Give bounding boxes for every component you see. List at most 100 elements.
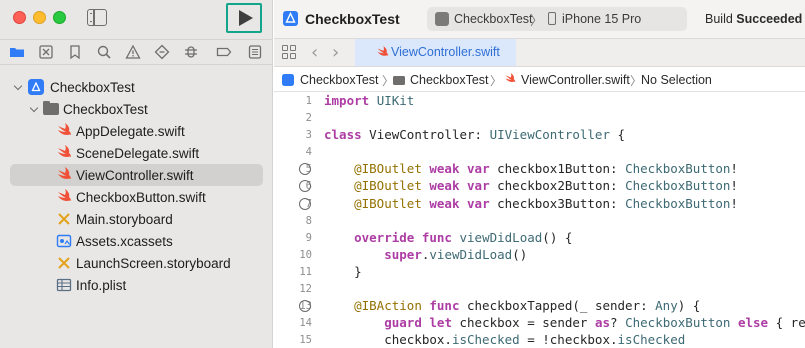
code-line[interactable]: 9 override func viewDidLoad() {: [274, 230, 805, 247]
run-button[interactable]: [226, 3, 262, 33]
tree-item-appdelegate[interactable]: AppDelegate.swift: [0, 120, 273, 142]
run-destination[interactable]: iPhone 15 Pro: [562, 12, 641, 26]
code-text[interactable]: override func viewDidLoad() {: [324, 230, 572, 245]
code-line[interactable]: 8: [274, 213, 805, 230]
tree-item-label: CheckboxTest: [63, 101, 148, 117]
tree-item-viewcontroller[interactable]: ViewController.swift: [10, 164, 263, 186]
jumpbar-project[interactable]: CheckboxTest: [300, 73, 379, 87]
tree-item-main-storyboard[interactable]: Main.storyboard: [0, 208, 273, 230]
tree-item-assets[interactable]: Assets.xcassets: [0, 230, 273, 252]
find-icon[interactable]: [96, 44, 112, 60]
code-line[interactable]: 6 @IBOutlet weak var checkbox2Button: Ch…: [274, 178, 805, 195]
folder-icon[interactable]: [9, 44, 25, 60]
chevron-right-icon: 〉: [490, 74, 503, 88]
scheme-app-icon: [435, 12, 449, 26]
line-number[interactable]: 10: [272, 249, 312, 261]
code-text[interactable]: super.viewDidLoad(): [324, 247, 527, 262]
tree-item-label: Info.plist: [76, 277, 127, 293]
tree-item-group[interactable]: CheckboxTest: [0, 98, 273, 120]
close-window-button[interactable]: [13, 11, 26, 24]
chevron-right-icon: 〉: [530, 13, 544, 28]
project-title: CheckboxTest: [305, 11, 400, 27]
code-line[interactable]: 7 @IBOutlet weak var checkbox3Button: Ch…: [274, 196, 805, 213]
code-line[interactable]: 14 guard let checkbox = sender as? Check…: [274, 315, 805, 332]
scheme-name[interactable]: CheckboxTest: [454, 12, 533, 26]
storyboard-icon: [56, 211, 72, 227]
folder-icon: [43, 101, 59, 115]
tree-item-scenedelegate[interactable]: SceneDelegate.swift: [0, 142, 273, 164]
code-line[interactable]: 1 import UIKit: [274, 93, 805, 110]
line-number[interactable]: 12: [272, 283, 312, 295]
related-items-icon[interactable]: [282, 45, 296, 59]
jumpbar-file[interactable]: ViewController.swift: [521, 73, 630, 87]
line-number[interactable]: 2: [272, 112, 312, 124]
plist-icon: [56, 277, 72, 293]
jumpbar-selection[interactable]: No Selection: [641, 73, 712, 87]
line-number[interactable]: 3: [272, 129, 312, 141]
code-text[interactable]: class ViewController: UIViewController {: [324, 127, 625, 142]
code-line[interactable]: 5 @IBOutlet weak var checkbox1Button: Ch…: [274, 161, 805, 178]
debug-icon[interactable]: [183, 44, 199, 60]
connection-circle-icon[interactable]: [299, 197, 311, 210]
line-number[interactable]: 8: [272, 215, 312, 227]
minimize-window-button[interactable]: [33, 11, 46, 24]
code-text[interactable]: }: [324, 264, 362, 279]
line-number[interactable]: 9: [272, 232, 312, 244]
source-editor[interactable]: 1 import UIKit 2 3 class ViewController: UIV…: [274, 93, 805, 348]
tree-item-infoplist[interactable]: Info.plist: [0, 274, 273, 296]
code-line[interactable]: 13 @IBAction func checkboxTapped(_ sende…: [274, 298, 805, 315]
line-number[interactable]: 1: [272, 95, 312, 107]
jump-bar: CheckboxTest 〉 CheckboxTest 〉 ViewContro…: [274, 68, 805, 92]
code-text[interactable]: @IBAction func checkboxTapped(_ sender: …: [324, 298, 700, 313]
tree-item-launchscreen[interactable]: LaunchScreen.storyboard: [0, 252, 273, 274]
code-text[interactable]: @IBOutlet weak var checkbox3Button: Chec…: [324, 196, 738, 211]
code-line[interactable]: 4: [274, 144, 805, 161]
line-number[interactable]: 14: [272, 317, 312, 329]
tree-item-project[interactable]: CheckboxTest: [0, 76, 273, 98]
chevron-down-icon[interactable]: [30, 105, 38, 113]
source-control-icon[interactable]: [38, 44, 54, 60]
line-number[interactable]: 15: [272, 334, 312, 346]
scheme-selector[interactable]: CheckboxTest 〉 iPhone 15 Pro: [427, 7, 687, 31]
bookmark-icon[interactable]: [67, 44, 83, 60]
code-text[interactable]: @IBOutlet weak var checkbox2Button: Chec…: [324, 178, 738, 193]
assets-icon: [56, 233, 72, 249]
code-text[interactable]: checkbox.isChecked = !checkbox.isChecked: [324, 332, 685, 347]
editor-area: CheckboxTest CheckboxTest 〉 iPhone 15 Pr…: [274, 0, 805, 348]
app-icon: [283, 11, 298, 26]
tree-item-label: LaunchScreen.storyboard: [76, 255, 231, 271]
report-icon[interactable]: [247, 44, 263, 60]
swift-icon: [504, 73, 516, 88]
tab-viewcontroller-swift[interactable]: ViewController.swift: [355, 39, 516, 66]
code-text[interactable]: import UIKit: [324, 93, 414, 108]
test-icon[interactable]: [154, 44, 170, 60]
tree-item-checkboxbutton[interactable]: CheckboxButton.swift: [0, 186, 273, 208]
line-number[interactable]: 11: [272, 266, 312, 278]
code-line[interactable]: 12: [274, 281, 805, 298]
line-number[interactable]: 4: [272, 146, 312, 158]
code-line[interactable]: 2: [274, 110, 805, 127]
chevron-down-icon[interactable]: [14, 83, 22, 91]
issue-icon[interactable]: [125, 44, 141, 60]
back-chevron-icon[interactable]: ‹: [311, 42, 318, 63]
code-text[interactable]: guard let checkbox = sender as? Checkbox…: [324, 315, 805, 330]
jumpbar-group[interactable]: CheckboxTest: [410, 73, 489, 87]
build-status: Build Succeeded: [705, 12, 802, 26]
code-line[interactable]: 3 class ViewController: UIViewController …: [274, 127, 805, 144]
forward-chevron-icon[interactable]: ›: [332, 42, 339, 63]
code-line[interactable]: 15 checkbox.isChecked = !checkbox.isChec…: [274, 332, 805, 348]
build-status-prefix: Build: [705, 12, 733, 26]
breakpoint-icon[interactable]: [216, 44, 232, 60]
code-text[interactable]: @IBOutlet weak var checkbox1Button: Chec…: [324, 161, 738, 176]
sidebar-toggle-icon[interactable]: [87, 9, 107, 26]
code-line[interactable]: 10 super.viewDidLoad(): [274, 247, 805, 264]
storyboard-icon: [56, 255, 72, 271]
app-icon: [28, 79, 44, 95]
swift-icon: [56, 189, 72, 205]
folder-icon: [393, 76, 405, 85]
tree-item-label: SceneDelegate.swift: [76, 145, 200, 161]
zoom-window-button[interactable]: [53, 11, 66, 24]
app-icon: [282, 74, 294, 86]
code-line[interactable]: 11 }: [274, 264, 805, 281]
window-toolbar: CheckboxTest CheckboxTest 〉 iPhone 15 Pr…: [274, 0, 805, 39]
